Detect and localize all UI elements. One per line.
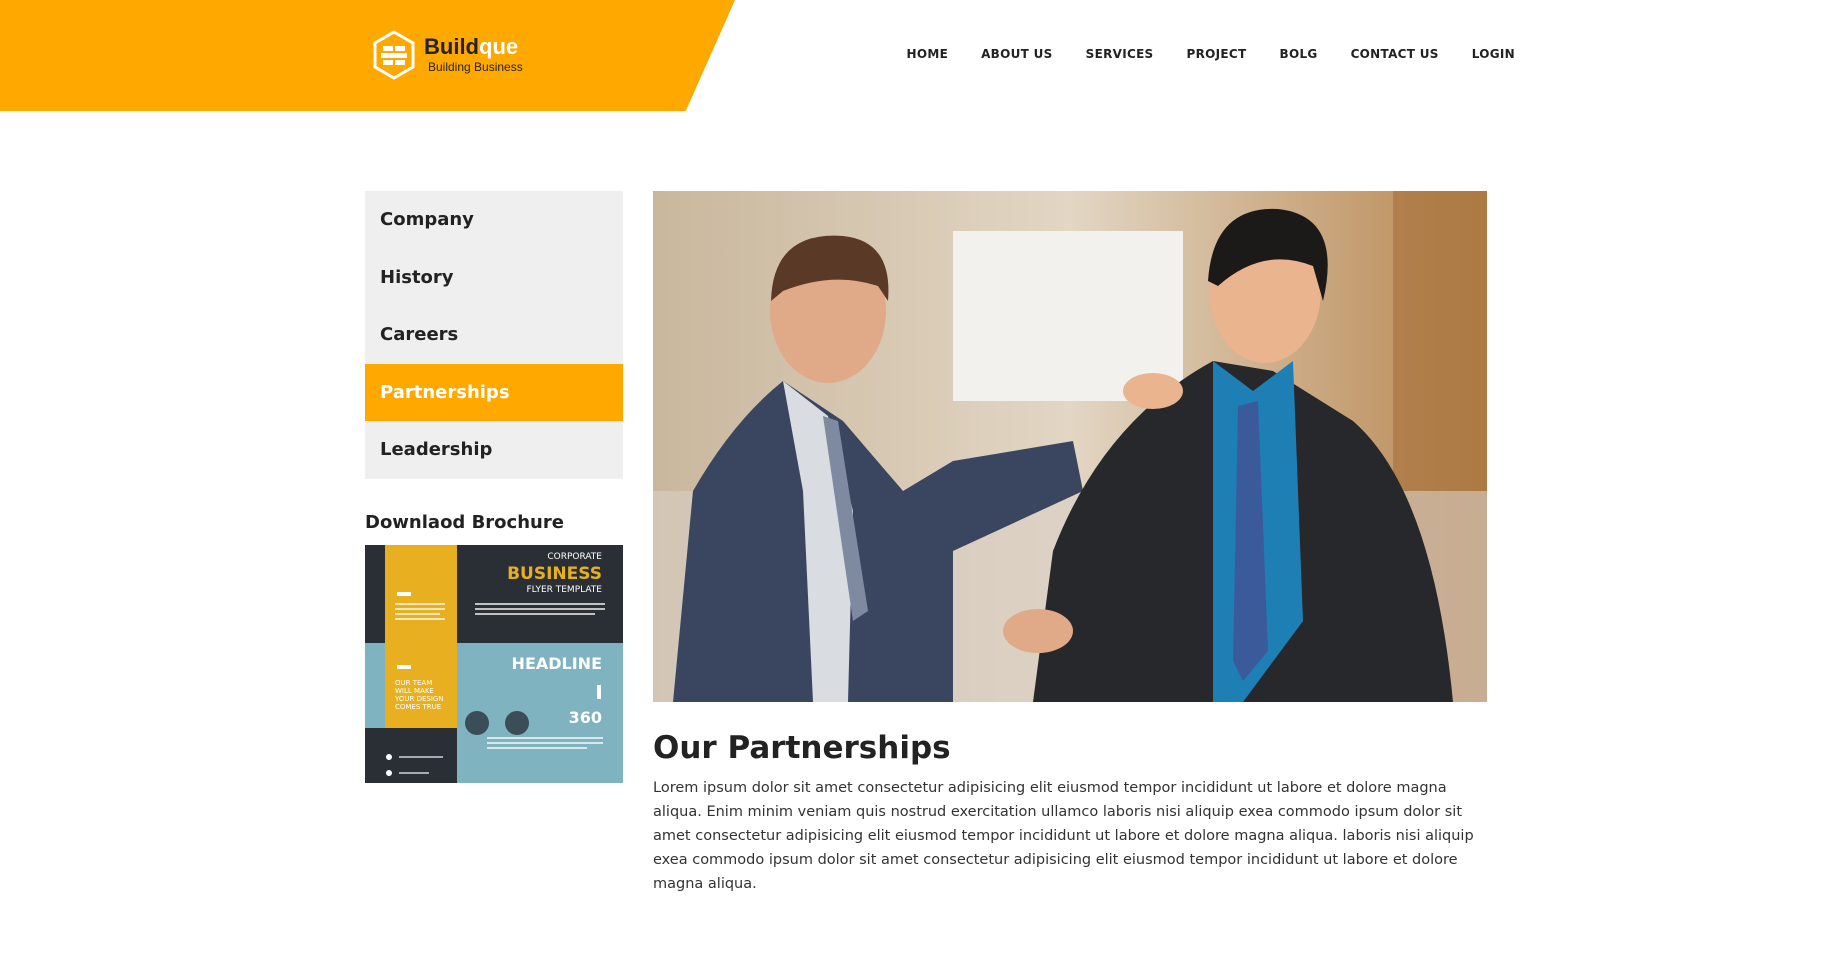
page-body-text: Lorem ipsum dolor sit amet consectetur a… <box>653 780 1474 892</box>
flyer-corporate: CORPORATE <box>547 552 602 562</box>
brochure-flyer-image: CORPORATE BUSINESS FLYER TEMPLATE HEADLI… <box>365 545 623 783</box>
brand-name-light: que <box>479 34 519 59</box>
nav-blog[interactable]: BOLG <box>1280 47 1318 61</box>
brochure-thumbnail[interactable]: CORPORATE BUSINESS FLYER TEMPLATE HEADLI… <box>365 545 623 783</box>
flyer-template: FLYER TEMPLATE <box>526 585 602 595</box>
sidebar-item-leadership[interactable]: Leadership <box>365 421 623 479</box>
main-nav: HOME ABOUT US SERVICES PROJECT BOLG CONT… <box>874 47 1516 61</box>
flyer-team-line-1: OUR TEAM <box>395 679 432 687</box>
sidebar-item-careers[interactable]: Careers <box>365 306 623 364</box>
nav-home[interactable]: HOME <box>907 47 949 61</box>
flyer-team-line-2: WILL MAKE <box>395 687 434 695</box>
handshake-photo-illustration <box>653 191 1487 702</box>
flyer-team-line-3: YOUR DESIGN <box>394 695 444 703</box>
sidebar-item-partnerships[interactable]: Partnerships <box>365 363 623 421</box>
page-title: Our Partnerships <box>653 730 951 766</box>
brand-name: Buildque <box>424 35 523 59</box>
sidebar-item-history[interactable]: History <box>365 249 623 307</box>
nav-login[interactable]: LOGIN <box>1472 47 1515 61</box>
brand-tagline: Building Business <box>428 60 523 74</box>
sidebar-item-company[interactable]: Company <box>365 191 623 249</box>
hero-photo <box>653 191 1487 702</box>
flyer-team-line-4: COMES TRUE <box>395 703 441 711</box>
logo-hexagon-icon <box>373 30 415 80</box>
nav-services[interactable]: SERVICES <box>1086 47 1154 61</box>
nav-contact-us[interactable]: CONTACT US <box>1351 47 1439 61</box>
logo[interactable]: Buildque Building Business <box>372 30 523 80</box>
nav-project[interactable]: PROJECT <box>1187 47 1247 61</box>
brochure-heading: Downlaod Brochure <box>365 512 564 533</box>
brand-name-dark: Build <box>424 34 479 59</box>
flyer-headline: HEADLINE <box>512 654 602 673</box>
sidebar-menu: Company History Careers Partnerships Lea… <box>365 191 623 479</box>
nav-about-us[interactable]: ABOUT US <box>981 47 1053 61</box>
flyer-number: 360 <box>569 708 602 727</box>
flyer-business: BUSINESS <box>507 564 602 584</box>
header-accent-band <box>0 0 735 111</box>
